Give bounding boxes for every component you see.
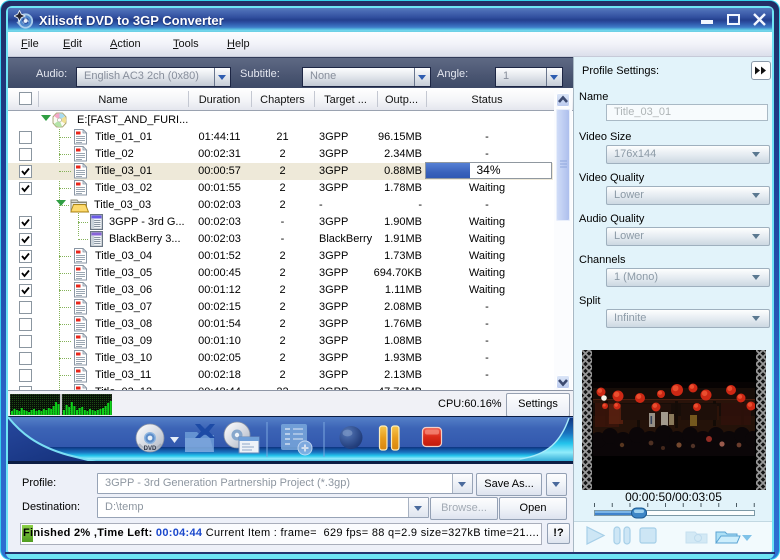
svg-text:DVD: DVD	[144, 446, 157, 452]
